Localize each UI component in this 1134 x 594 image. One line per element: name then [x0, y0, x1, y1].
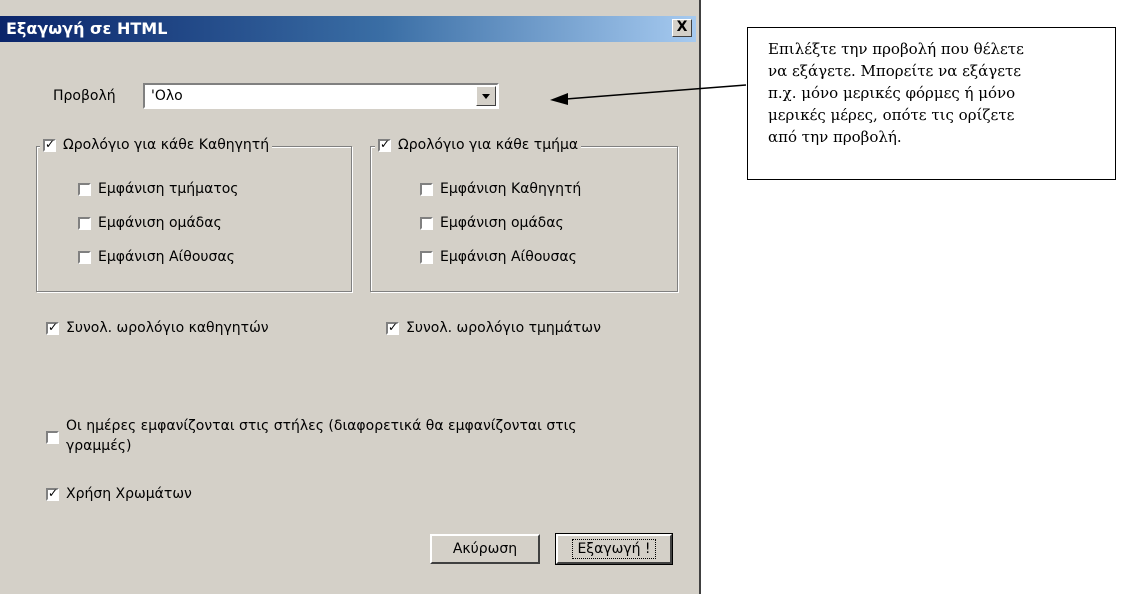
- callout-line: από την προβολή.: [768, 128, 902, 146]
- callout-line: να εξάγετε. Μπορείτε να εξάγετε: [768, 62, 1022, 80]
- callout-line: μερικές μέρες, οπότε τις ορίζετε: [768, 106, 1015, 124]
- callout-line: Επιλέξτε την προβολή που θέλετε: [768, 40, 1024, 58]
- callout-line: π.χ. μόνο μερικές φόρμες ή μόνο: [768, 84, 1016, 102]
- callout-note: Επιλέξτε την προβολή που θέλετε να εξάγε…: [747, 27, 1116, 180]
